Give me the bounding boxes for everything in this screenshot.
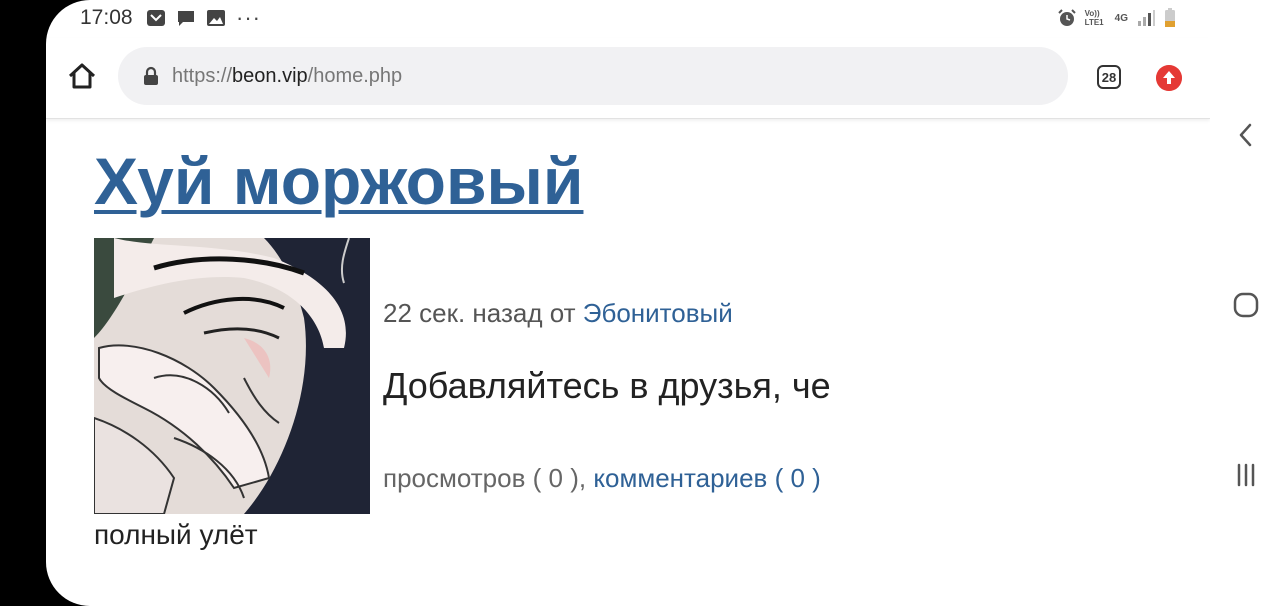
browser-screen: 17:08 ··· Vo)) LTE1 4G https://beon.vip/…: [46, 0, 1210, 606]
page-content: Хуй моржовый 22 сек. назад от Эбонитовый…: [46, 119, 1210, 606]
volte-icon: Vo)) LTE1: [1084, 9, 1104, 27]
4g-icon: 4G: [1114, 12, 1128, 24]
back-icon[interactable]: [1232, 121, 1260, 149]
post-meta: 22 сек. назад от Эбонитовый: [383, 298, 733, 329]
more-dots-icon: ···: [236, 5, 261, 30]
android-navigation-bar: [1210, 0, 1280, 606]
email-notification-icon: [147, 10, 165, 26]
address-bar[interactable]: https://beon.vip/home.php: [118, 47, 1068, 105]
system-status-icons: Vo)) LTE1 4G: [1057, 8, 1176, 28]
post-stats: просмотров ( 0 ), комментариев ( 0 ): [383, 463, 821, 494]
post-time: 22 сек. назад от: [383, 298, 583, 328]
home-nav-icon[interactable]: [1232, 291, 1260, 319]
gallery-notification-icon: [207, 10, 225, 26]
comments-link[interactable]: комментариев ( 0 ): [593, 463, 820, 493]
post-body: Добавляйтесь в друзья, че: [383, 365, 831, 406]
home-icon[interactable]: [66, 60, 98, 92]
url-text: https://beon.vip/home.php: [172, 65, 402, 88]
browser-update-icon[interactable]: [1156, 65, 1182, 91]
views-count: просмотров ( 0 ),: [383, 463, 594, 493]
url-path: /home.php: [307, 64, 403, 87]
post-avatar-image[interactable]: [94, 238, 370, 514]
signal-icon: [1138, 10, 1155, 26]
message-notification-icon: [178, 11, 194, 26]
avatar-caption: полный улёт: [94, 519, 258, 550]
lock-icon: [144, 66, 158, 85]
recent-apps-icon[interactable]: [1232, 461, 1260, 489]
status-bar: 17:08 ··· Vo)) LTE1 4G: [46, 0, 1210, 38]
browser-toolbar: https://beon.vip/home.php 28: [46, 38, 1210, 119]
url-host: beon.vip: [232, 64, 308, 87]
post-title-link[interactable]: Хуй моржовый: [94, 143, 583, 219]
status-time: 17:08: [80, 6, 133, 29]
alarm-icon: [1057, 9, 1076, 26]
notification-icons: ···: [146, 5, 261, 30]
post-author-link[interactable]: Эбонитовый: [583, 298, 733, 328]
tab-switcher-button[interactable]: 28: [1097, 65, 1121, 89]
url-scheme: https://: [172, 64, 233, 87]
battery-icon: [1165, 8, 1175, 27]
